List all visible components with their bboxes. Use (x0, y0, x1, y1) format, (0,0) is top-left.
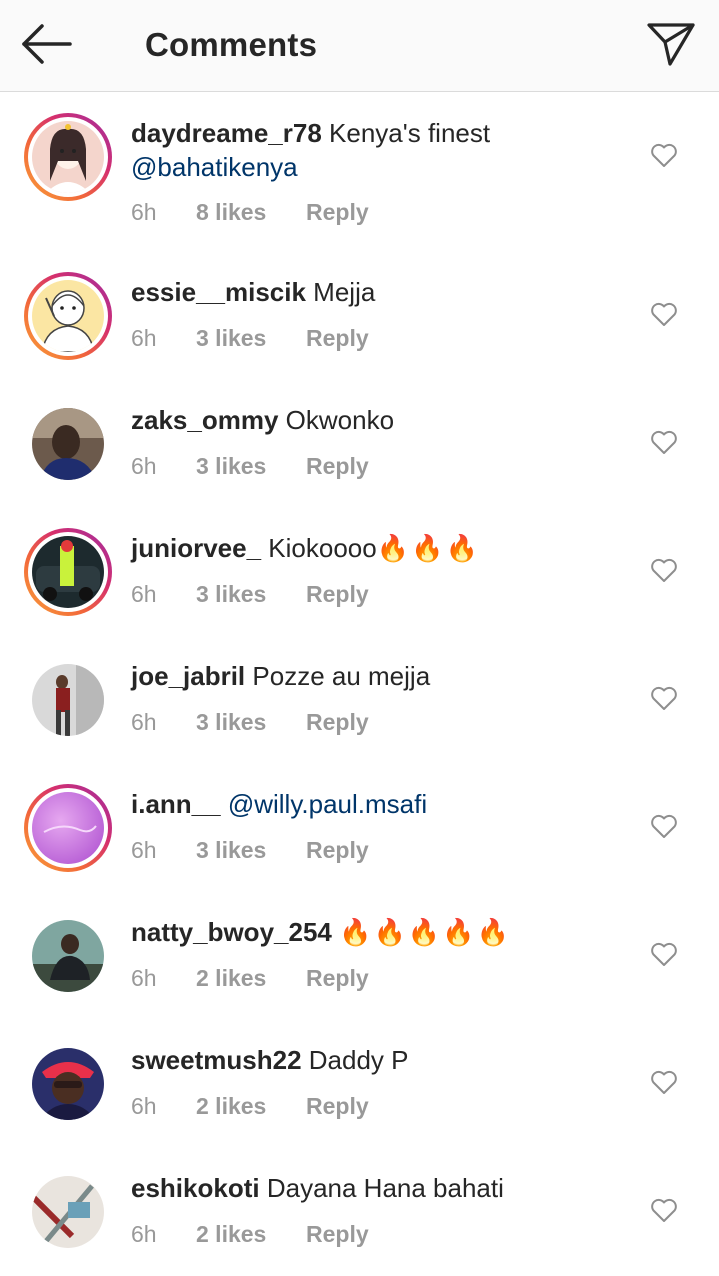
fire-emoji: 🔥🔥🔥🔥🔥 (339, 917, 511, 947)
comment-time: 6h (131, 581, 157, 607)
comment-time: 6h (131, 1093, 157, 1119)
comment-username[interactable]: i.ann__ (131, 789, 221, 819)
heart-icon[interactable] (650, 1197, 678, 1223)
comment-text: sweetmush22 Daddy P (131, 1043, 631, 1077)
heart-icon[interactable] (650, 301, 678, 327)
comment-time: 6h (131, 837, 157, 863)
comment-body: Pozze au mejja (252, 661, 431, 691)
heart-icon[interactable] (650, 813, 678, 839)
fire-emoji: 🔥🔥🔥 (376, 533, 480, 563)
avatar (32, 1048, 104, 1120)
comment-body: Daddy P (308, 1045, 409, 1075)
comment-body: Kiokoooo (268, 533, 377, 563)
comment-list: daydreame_r78 Kenya's finest @bahatikeny… (0, 93, 719, 1276)
reply-button[interactable]: Reply (306, 581, 369, 608)
comment-likes[interactable]: 3 likes (196, 325, 266, 352)
reply-button[interactable]: Reply (306, 965, 369, 992)
heart-icon[interactable] (650, 941, 678, 967)
reply-button[interactable]: Reply (306, 453, 369, 480)
reply-button[interactable]: Reply (306, 325, 369, 352)
comment-username[interactable]: essie__miscik (131, 277, 306, 307)
comment-text: eshikokoti Dayana Hana bahati (131, 1171, 631, 1205)
comment-item: sweetmush22 Daddy P 6h 2 likes Reply (0, 1020, 719, 1148)
comment-likes[interactable]: 3 likes (196, 453, 266, 480)
avatar (32, 664, 104, 736)
heart-icon[interactable] (650, 142, 678, 168)
comment-time: 6h (131, 199, 157, 225)
comment-likes[interactable]: 8 likes (196, 199, 266, 226)
share-button[interactable] (646, 20, 696, 68)
comment-body: Okwonko (285, 405, 395, 435)
comment-text: zaks_ommy Okwonko (131, 403, 631, 437)
story-ring[interactable] (24, 272, 112, 360)
comment-body: Dayana Hana bahati (266, 1173, 504, 1203)
heart-icon[interactable] (650, 685, 678, 711)
comment-username[interactable]: zaks_ommy (131, 405, 278, 435)
avatar-wrap[interactable] (32, 920, 104, 992)
avatar (32, 280, 104, 352)
comment-username[interactable]: juniorvee_ (131, 533, 261, 563)
comment-mention[interactable]: @bahatikenya (131, 152, 298, 182)
comment-item: eshikokoti Dayana Hana bahati 6h 2 likes… (0, 1148, 719, 1276)
comment-username[interactable]: sweetmush22 (131, 1045, 302, 1075)
comment-item: daydreame_r78 Kenya's finest @bahatikeny… (0, 93, 719, 252)
story-ring[interactable] (24, 784, 112, 872)
avatar (32, 920, 104, 992)
avatar-wrap[interactable] (32, 664, 104, 736)
comment-mention[interactable]: @willy.paul.msafi (228, 789, 427, 819)
comment-item: natty_bwoy_254 🔥🔥🔥🔥🔥 6h 2 likes Reply (0, 892, 719, 1020)
comment-text: daydreame_r78 Kenya's finest @bahatikeny… (131, 116, 631, 184)
comment-text: natty_bwoy_254 🔥🔥🔥🔥🔥 (131, 915, 631, 949)
comment-body: Kenya's finest (329, 118, 491, 148)
comment-item: juniorvee_ Kiokoooo🔥🔥🔥 6h 3 likes Reply (0, 508, 719, 636)
avatar (32, 408, 104, 480)
comment-likes[interactable]: 2 likes (196, 965, 266, 992)
reply-button[interactable]: Reply (306, 837, 369, 864)
avatar-wrap[interactable] (32, 1048, 104, 1120)
comment-likes[interactable]: 2 likes (196, 1221, 266, 1248)
comment-time: 6h (131, 1221, 157, 1247)
comment-username[interactable]: daydreame_r78 (131, 118, 322, 148)
reply-button[interactable]: Reply (306, 1093, 369, 1120)
back-button[interactable] (18, 22, 76, 66)
comment-item: i.ann__ @willy.paul.msafi 6h 3 likes Rep… (0, 764, 719, 892)
heart-icon[interactable] (650, 557, 678, 583)
avatar (32, 792, 104, 864)
comment-item: joe_jabril Pozze au mejja 6h 3 likes Rep… (0, 636, 719, 764)
avatar-wrap[interactable] (32, 408, 104, 480)
comment-text: i.ann__ @willy.paul.msafi (131, 787, 631, 821)
comment-text: juniorvee_ Kiokoooo🔥🔥🔥 (131, 531, 631, 565)
comment-time: 6h (131, 325, 157, 351)
reply-button[interactable]: Reply (306, 709, 369, 736)
arrow-left-icon (22, 24, 72, 64)
heart-icon[interactable] (650, 429, 678, 455)
avatar (32, 121, 104, 193)
story-ring[interactable] (24, 113, 112, 201)
story-ring[interactable] (24, 528, 112, 616)
comment-body: Mejja (313, 277, 376, 307)
comment-username[interactable]: joe_jabril (131, 661, 245, 691)
comment-username[interactable]: eshikokoti (131, 1173, 260, 1203)
avatar (32, 536, 104, 608)
comment-text: joe_jabril Pozze au mejja (131, 659, 631, 693)
comment-time: 6h (131, 709, 157, 735)
comment-item: essie__miscik Mejja 6h 3 likes Reply (0, 252, 719, 380)
page-title: Comments (145, 26, 318, 63)
comment-likes[interactable]: 2 likes (196, 1093, 266, 1120)
heart-icon[interactable] (650, 1069, 678, 1095)
comment-item: zaks_ommy Okwonko 6h 3 likes Reply (0, 380, 719, 508)
comment-time: 6h (131, 965, 157, 991)
avatar-wrap[interactable] (32, 1176, 104, 1248)
comment-likes[interactable]: 3 likes (196, 837, 266, 864)
comment-likes[interactable]: 3 likes (196, 709, 266, 736)
comment-likes[interactable]: 3 likes (196, 581, 266, 608)
comment-username[interactable]: natty_bwoy_254 (131, 917, 332, 947)
reply-button[interactable]: Reply (306, 199, 369, 226)
avatar (32, 1176, 104, 1248)
comment-time: 6h (131, 453, 157, 479)
comment-text: essie__miscik Mejja (131, 275, 631, 309)
reply-button[interactable]: Reply (306, 1221, 369, 1248)
paper-plane-icon (647, 23, 695, 66)
top-app-bar: Comments (0, 0, 719, 92)
